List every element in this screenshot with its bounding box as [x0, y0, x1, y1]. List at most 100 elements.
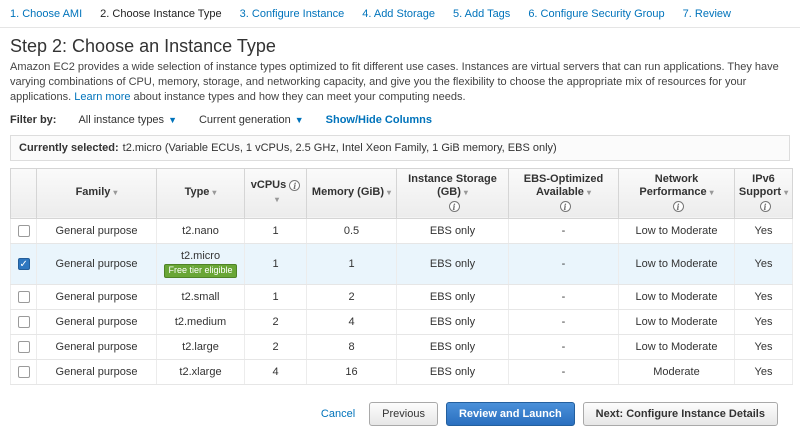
- review-and-launch-button[interactable]: Review and Launch: [446, 402, 575, 426]
- page-description: Amazon EC2 provides a wide selection of …: [10, 60, 790, 105]
- intro-text-tail: about instance types and how they can me…: [134, 91, 466, 103]
- free-tier-eligible-badge: Free tier eligible: [164, 264, 236, 278]
- tab-configure-instance[interactable]: 3. Configure Instance: [240, 8, 345, 20]
- instance-type-filter-dropdown[interactable]: All instance types ▼: [78, 114, 177, 126]
- column-header-family[interactable]: Family▾: [37, 168, 157, 218]
- cell-type: t2.large: [157, 334, 245, 359]
- row-checkbox[interactable]: [18, 366, 30, 378]
- column-header-memory[interactable]: Memory (GiB)▾: [307, 168, 397, 218]
- cell-family: General purpose: [37, 243, 157, 284]
- filter-by-label: Filter by:: [10, 114, 56, 126]
- cell-ebs-optimized: -: [509, 334, 619, 359]
- page-title: Step 2: Choose an Instance Type: [10, 36, 790, 57]
- table-row-t2-nano[interactable]: General purpose t2.nano 1 0.5 EBS only -…: [11, 218, 793, 243]
- learn-more-link[interactable]: Learn more: [74, 91, 130, 103]
- cell-type-value: t2.micro: [161, 250, 240, 262]
- cell-memory: 16: [307, 360, 397, 385]
- row-checkbox[interactable]: [18, 316, 30, 328]
- cell-memory: 0.5: [307, 218, 397, 243]
- cell-network-performance: Low to Moderate: [619, 309, 735, 334]
- row-checkbox[interactable]: [18, 341, 30, 353]
- cell-family: General purpose: [37, 284, 157, 309]
- column-label-type: Type: [185, 186, 210, 198]
- instance-type-filter-value: All instance types: [78, 114, 164, 126]
- table-row-t2-large[interactable]: General purpose t2.large 2 8 EBS only - …: [11, 334, 793, 359]
- info-icon[interactable]: i: [760, 201, 771, 212]
- cell-type: t2.nano: [157, 218, 245, 243]
- filter-bar: Filter by: All instance types ▼ Current g…: [10, 114, 790, 126]
- cell-ebs-optimized: -: [509, 309, 619, 334]
- next-configure-instance-details-button[interactable]: Next: Configure Instance Details: [583, 402, 778, 426]
- cell-network-performance: Low to Moderate: [619, 334, 735, 359]
- column-label-vcpus: vCPUs: [251, 179, 286, 191]
- info-icon[interactable]: i: [449, 201, 460, 212]
- sort-icon: ▾: [387, 188, 391, 197]
- cell-network-performance: Low to Moderate: [619, 284, 735, 309]
- table-header-row: Family▾ Type▾ vCPUsi▾ Memory (GiB)▾ Inst…: [11, 168, 793, 218]
- table-row-t2-micro[interactable]: General purpose t2.micro Free tier eligi…: [11, 243, 793, 284]
- column-header-checkbox: [11, 168, 37, 218]
- table-row-t2-medium[interactable]: General purpose t2.medium 2 4 EBS only -…: [11, 309, 793, 334]
- tab-choose-instance-type[interactable]: 2. Choose Instance Type: [100, 8, 222, 20]
- column-header-storage[interactable]: Instance Storage (GB)▾ i: [397, 168, 509, 218]
- cell-vcpus: 4: [245, 360, 307, 385]
- cell-vcpus: 1: [245, 218, 307, 243]
- table-row-t2-small[interactable]: General purpose t2.small 1 2 EBS only - …: [11, 284, 793, 309]
- row-checkbox[interactable]: [18, 291, 30, 303]
- cell-vcpus: 1: [245, 284, 307, 309]
- cell-ebs-optimized: -: [509, 243, 619, 284]
- sort-icon: ▾: [113, 188, 117, 197]
- cell-network-performance: Low to Moderate: [619, 243, 735, 284]
- cell-ebs-optimized: -: [509, 360, 619, 385]
- show-hide-columns-link[interactable]: Show/Hide Columns: [326, 114, 432, 126]
- info-icon[interactable]: i: [560, 201, 571, 212]
- column-label-ebs-optimized: EBS-Optimized Available: [524, 173, 603, 199]
- chevron-down-icon: ▼: [168, 115, 177, 125]
- cell-network-performance: Low to Moderate: [619, 218, 735, 243]
- sort-icon: ▾: [784, 188, 788, 197]
- wizard-step-tabs: 1. Choose AMI 2. Choose Instance Type 3.…: [0, 0, 800, 28]
- info-icon[interactable]: i: [673, 201, 684, 212]
- tab-choose-ami[interactable]: 1. Choose AMI: [10, 8, 82, 20]
- column-label-ipv6-support: IPv6 Support: [739, 173, 781, 199]
- cell-family: General purpose: [37, 309, 157, 334]
- column-header-ipv6-support[interactable]: IPv6 Support▾ i: [735, 168, 793, 218]
- cell-ipv6-support: Yes: [735, 218, 793, 243]
- tab-configure-security-group[interactable]: 6. Configure Security Group: [528, 8, 664, 20]
- column-header-type[interactable]: Type▾: [157, 168, 245, 218]
- cell-vcpus: 2: [245, 309, 307, 334]
- instance-type-table: Family▾ Type▾ vCPUsi▾ Memory (GiB)▾ Inst…: [10, 168, 793, 386]
- tab-add-tags[interactable]: 5. Add Tags: [453, 8, 510, 20]
- previous-button[interactable]: Previous: [369, 402, 438, 426]
- cell-vcpus: 2: [245, 334, 307, 359]
- cell-ipv6-support: Yes: [735, 309, 793, 334]
- cell-type: t2.micro Free tier eligible: [157, 243, 245, 284]
- row-checkbox[interactable]: [18, 225, 30, 237]
- cell-ipv6-support: Yes: [735, 243, 793, 284]
- table-row-t2-xlarge[interactable]: General purpose t2.xlarge 4 16 EBS only …: [11, 360, 793, 385]
- sort-icon: ▾: [212, 188, 216, 197]
- cell-type: t2.small: [157, 284, 245, 309]
- column-header-vcpus[interactable]: vCPUsi▾: [245, 168, 307, 218]
- row-checkbox[interactable]: [18, 258, 30, 270]
- cancel-link[interactable]: Cancel: [321, 408, 355, 420]
- main-content: Step 2: Choose an Instance Type Amazon E…: [0, 28, 800, 426]
- cell-ebs-optimized: -: [509, 284, 619, 309]
- tab-add-storage[interactable]: 4. Add Storage: [362, 8, 435, 20]
- cell-vcpus: 1: [245, 243, 307, 284]
- cell-storage: EBS only: [397, 218, 509, 243]
- column-label-memory: Memory (GiB): [312, 186, 384, 198]
- tab-review[interactable]: 7. Review: [683, 8, 731, 20]
- cell-memory: 1: [307, 243, 397, 284]
- cell-memory: 2: [307, 284, 397, 309]
- info-icon[interactable]: i: [289, 180, 300, 191]
- cell-family: General purpose: [37, 218, 157, 243]
- cell-ipv6-support: Yes: [735, 334, 793, 359]
- chevron-down-icon: ▼: [295, 115, 304, 125]
- cell-ipv6-support: Yes: [735, 284, 793, 309]
- generation-filter-dropdown[interactable]: Current generation▼: [199, 114, 304, 126]
- current-selection-value: t2.micro (Variable ECUs, 1 vCPUs, 2.5 GH…: [123, 142, 557, 154]
- column-header-ebs-optimized[interactable]: EBS-Optimized Available▾ i: [509, 168, 619, 218]
- cell-storage: EBS only: [397, 334, 509, 359]
- column-header-network-performance[interactable]: Network Performance▾ i: [619, 168, 735, 218]
